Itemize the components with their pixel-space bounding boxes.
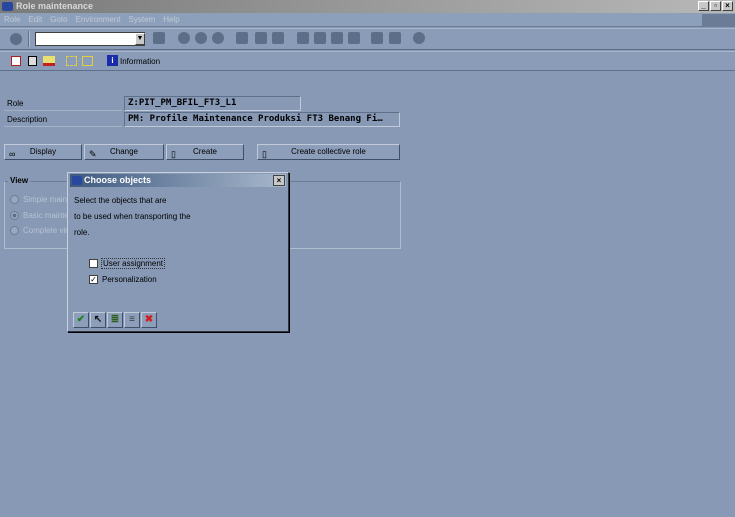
- dialog-close-button[interactable]: ×: [273, 175, 285, 186]
- exit-icon[interactable]: [195, 32, 207, 44]
- find-next-icon[interactable]: [272, 32, 284, 44]
- delete-icon[interactable]: [28, 56, 37, 66]
- menu-bar: RoleEditGotoEnvironmentSystemHelp: [0, 13, 735, 27]
- copy-icon[interactable]: [11, 56, 21, 66]
- menu-help[interactable]: Help: [159, 13, 183, 27]
- command-field[interactable]: [35, 32, 145, 46]
- select-icon[interactable]: ↖: [90, 312, 106, 328]
- radio-simple[interactable]: [10, 195, 19, 204]
- dialog-title-bar: Choose objects: [70, 174, 286, 187]
- display-button[interactable]: ∞ Display: [4, 144, 82, 160]
- change-label: Change: [110, 147, 138, 156]
- close-button[interactable]: ×: [722, 1, 733, 11]
- previous-page-icon[interactable]: [314, 32, 326, 44]
- create-button[interactable]: ▯ Create: [166, 144, 244, 160]
- dialog-text-line: to be used when transporting the: [74, 212, 191, 221]
- hierarchy-icon[interactable]: [82, 56, 93, 66]
- radio-complete-label: Complete vie: [23, 226, 70, 235]
- menu-goto[interactable]: Goto: [46, 13, 71, 27]
- last-page-icon[interactable]: [348, 32, 360, 44]
- new-session-icon[interactable]: [371, 32, 383, 44]
- radio-basic-label: Basic mainte: [23, 211, 69, 220]
- separator: [28, 31, 30, 47]
- transport-icon[interactable]: [43, 56, 55, 66]
- user-assignment-checkbox[interactable]: [89, 259, 98, 268]
- glasses-icon: ∞: [9, 147, 15, 161]
- menu-edit[interactable]: Edit: [24, 13, 46, 27]
- command-dropdown-icon[interactable]: ▼: [135, 33, 145, 45]
- choose-objects-dialog: Choose objects × Select the objects that…: [67, 172, 289, 332]
- pencil-icon: ✎: [89, 147, 97, 161]
- back-icon[interactable]: [178, 32, 190, 44]
- shortcut-icon[interactable]: [389, 32, 401, 44]
- menu-role[interactable]: Role: [0, 13, 24, 27]
- display-label: Display: [30, 147, 56, 156]
- dialog-text-line: Select the objects that are: [74, 196, 167, 205]
- menu-system[interactable]: System: [125, 13, 160, 27]
- menu-corner: [702, 14, 735, 26]
- help-icon[interactable]: [413, 32, 425, 44]
- next-page-icon[interactable]: [331, 32, 343, 44]
- save-icon[interactable]: [153, 32, 165, 44]
- print-icon[interactable]: [236, 32, 248, 44]
- where-used-icon[interactable]: [66, 56, 77, 66]
- view-group-title: View: [8, 176, 30, 185]
- description-label: Description: [4, 112, 122, 127]
- create-collective-role-button[interactable]: ▯ Create collective role: [257, 144, 400, 160]
- deselect-all-icon[interactable]: ≡: [124, 312, 140, 328]
- personalization-label[interactable]: Personalization: [102, 275, 157, 284]
- confirm-button[interactable]: ✔: [73, 312, 89, 328]
- description-field[interactable]: PM: Profile Maintenance Produksi FT3 Ben…: [124, 112, 400, 127]
- information-button[interactable]: Information: [120, 57, 160, 66]
- dialog-title: Choose objects: [84, 175, 151, 185]
- dialog-text-line: role.: [74, 228, 90, 237]
- cancel-icon[interactable]: [212, 32, 224, 44]
- sap-logo-icon: [2, 2, 13, 11]
- radio-simple-label: Simple maint: [23, 195, 69, 204]
- sap-logo-icon: [72, 176, 82, 185]
- role-field[interactable]: Z:PIT_PM_BFIL_FT3_L1: [124, 96, 301, 111]
- change-button[interactable]: ✎ Change: [84, 144, 164, 160]
- title-bar: Role maintenance: [0, 0, 735, 13]
- role-label: Role: [4, 96, 122, 111]
- menu-environment[interactable]: Environment: [72, 13, 125, 27]
- maximize-button[interactable]: ▫: [710, 1, 721, 11]
- find-icon[interactable]: [255, 32, 267, 44]
- information-icon[interactable]: i: [107, 55, 118, 66]
- enter-icon[interactable]: [10, 33, 22, 45]
- create-label: Create: [193, 147, 217, 156]
- window-title: Role maintenance: [16, 1, 93, 11]
- first-page-icon[interactable]: [297, 32, 309, 44]
- document-icon: ▯: [262, 147, 267, 161]
- document-icon: ▯: [171, 147, 176, 161]
- minimize-button[interactable]: _: [698, 1, 709, 11]
- radio-complete[interactable]: [10, 226, 19, 235]
- create-collective-label: Create collective role: [291, 147, 366, 156]
- personalization-checkbox[interactable]: ✓: [89, 275, 98, 284]
- select-all-icon[interactable]: ≣: [107, 312, 123, 328]
- radio-basic[interactable]: [10, 211, 19, 220]
- user-assignment-label[interactable]: User assignment: [101, 258, 165, 269]
- cancel-button[interactable]: ✖: [141, 312, 157, 328]
